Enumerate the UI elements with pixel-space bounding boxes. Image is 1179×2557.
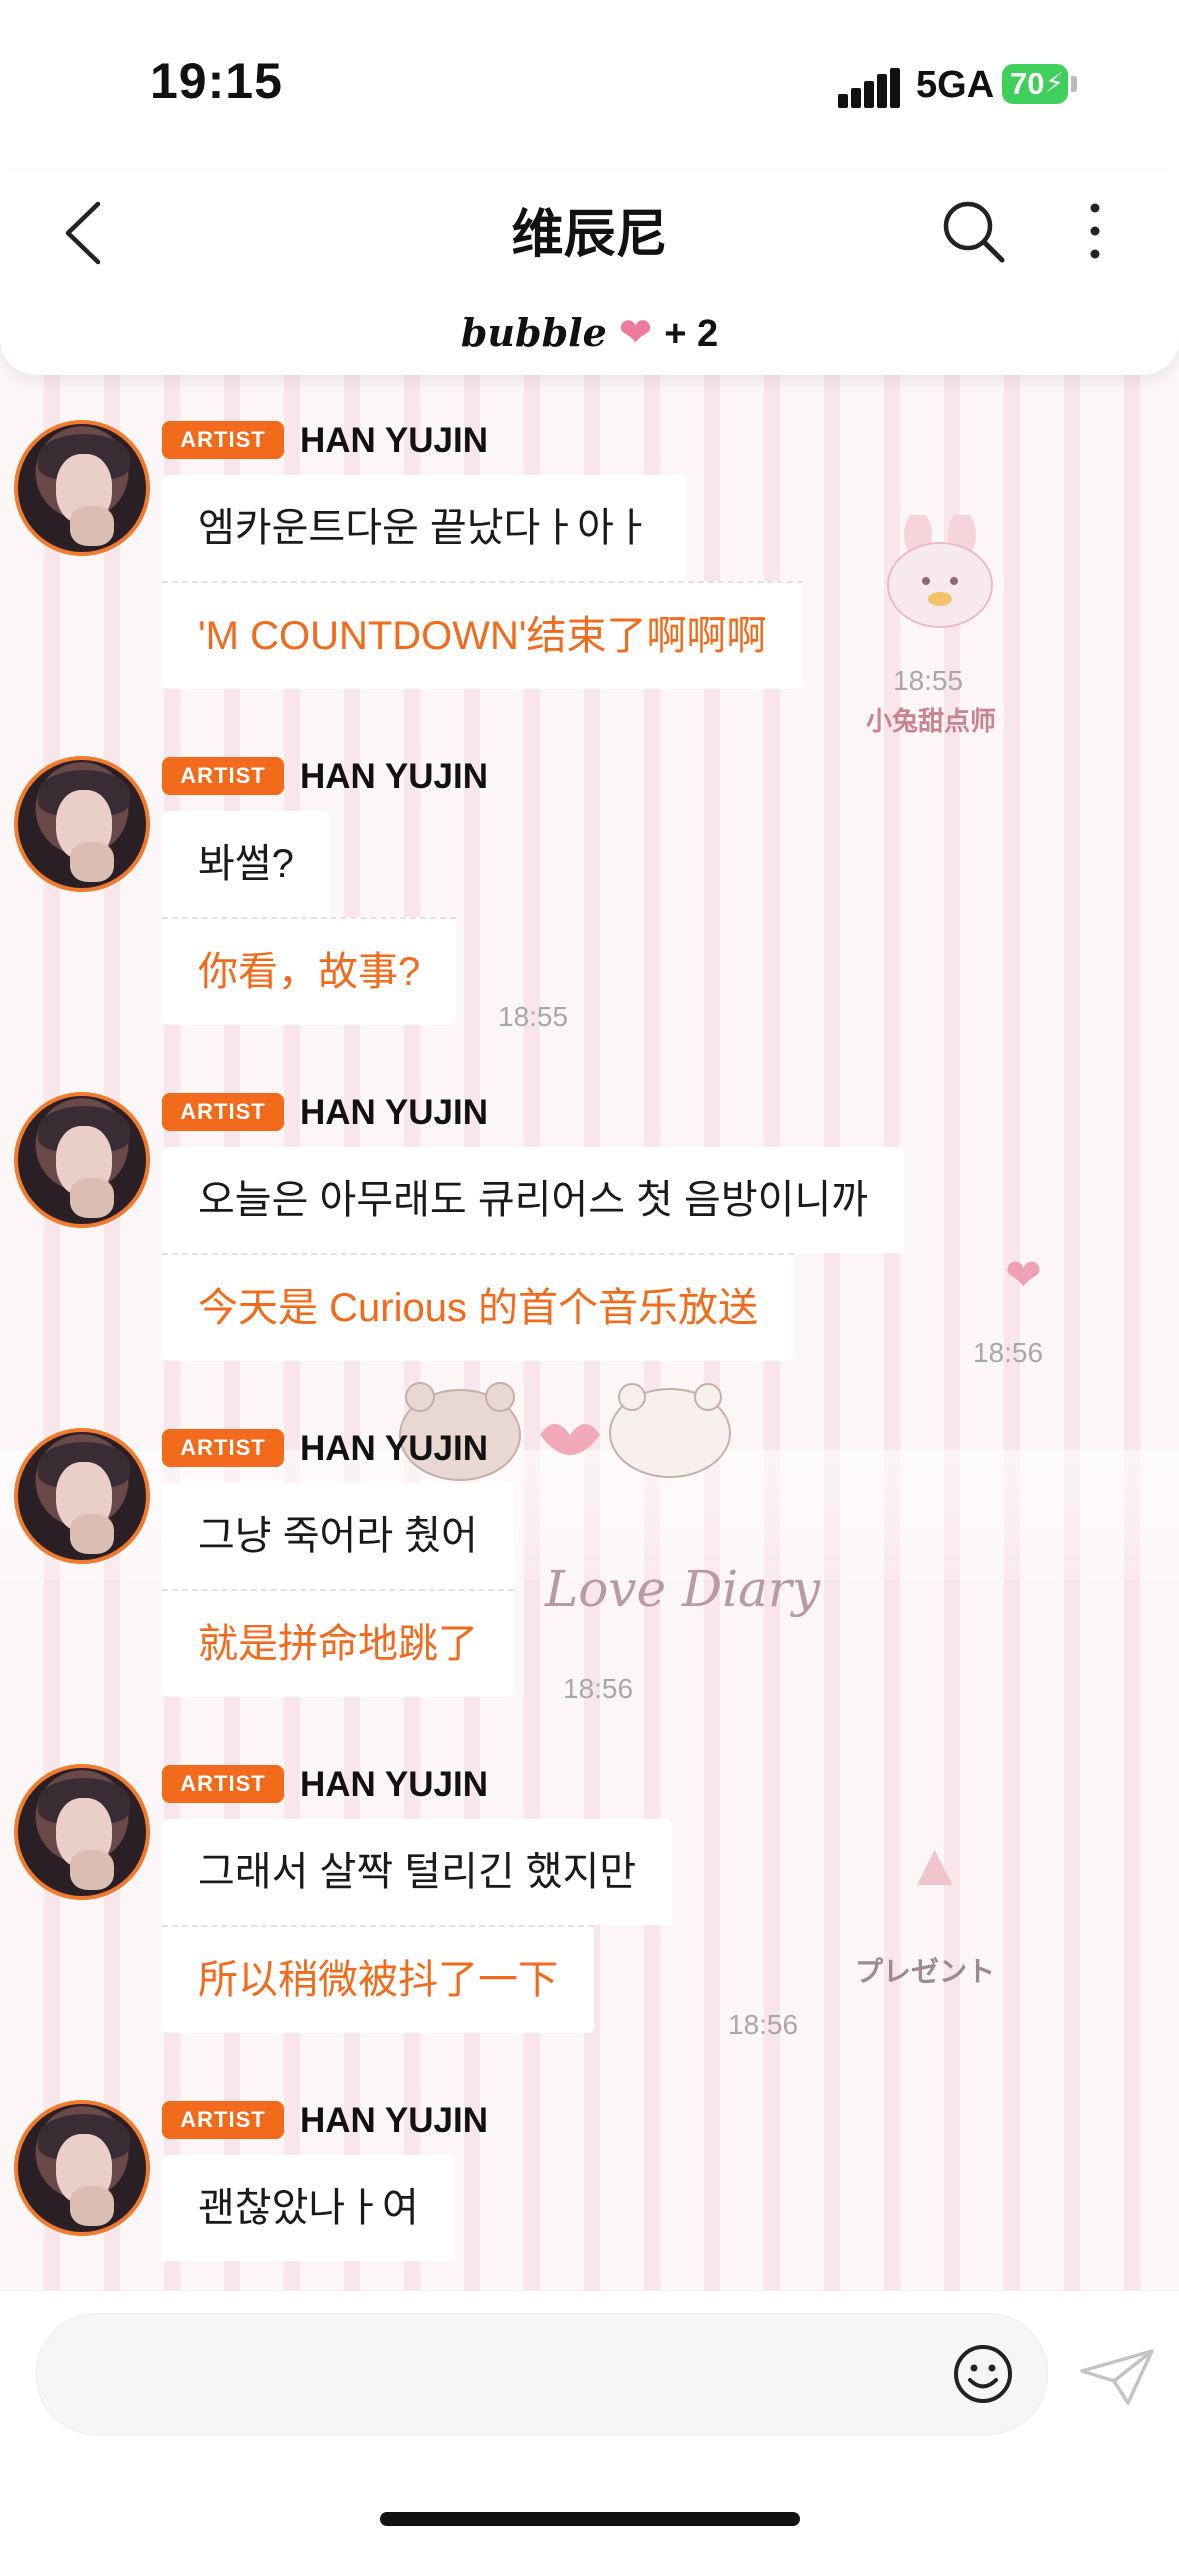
battery-indicator: 70 ⚡ xyxy=(1002,64,1068,104)
avatar[interactable] xyxy=(14,1764,150,1900)
message-time: 18:55 xyxy=(498,1001,569,1032)
avatar[interactable] xyxy=(14,420,150,556)
message-bubble-chinese[interactable]: 'M COUNTDOWN'结束了啊啊啊 xyxy=(162,581,803,689)
message-time: 18:56 xyxy=(728,2009,799,2040)
battery-tip xyxy=(1071,76,1077,92)
santa-hat-sticker-icon: ▲ xyxy=(905,1831,965,1898)
home-indicator[interactable] xyxy=(380,2512,800,2526)
message-time: 18:56 xyxy=(563,1673,634,1704)
message-input[interactable] xyxy=(36,2313,1048,2435)
message-time: 18:56 xyxy=(973,1337,1044,1368)
message-bubble-chinese[interactable]: 今天是 Curious 的首个音乐放送 xyxy=(162,1253,795,1361)
artist-badge: ARTIST xyxy=(162,1093,284,1131)
sender-name: HAN YUJIN xyxy=(300,1429,489,1468)
sticker-caption: Love Diary xyxy=(545,1560,821,1618)
bubble-label: bubble xyxy=(460,310,607,355)
artist-badge: ARTIST xyxy=(162,1765,284,1803)
message-bubble-korean[interactable]: 괜찮았나ㅏ여 xyxy=(162,2155,455,2261)
status-bar: 19:15 5GA 70 ⚡ xyxy=(0,0,1179,170)
avatar[interactable] xyxy=(14,1428,150,1564)
artist-badge: ARTIST xyxy=(162,2101,284,2139)
message-bubble-korean[interactable]: 봐썰? xyxy=(162,811,330,917)
message-bubble-korean[interactable]: 그냥 죽어라 췄어 xyxy=(162,1483,514,1589)
signal-icon xyxy=(838,68,900,108)
chat-header: 维辰尼 bubble ❤ + 2 xyxy=(0,170,1179,375)
network-type: 5GA xyxy=(916,64,995,106)
message-bubble-korean[interactable]: 그래서 살짝 털리긴 했지만 xyxy=(162,1819,673,1925)
artist-badge: ARTIST xyxy=(162,421,284,459)
sticker-caption: プレゼント xyxy=(855,1956,996,1987)
sender-name: HAN YUJIN xyxy=(300,1765,489,1804)
more-vertical-icon[interactable] xyxy=(1080,200,1110,262)
message-bubble-korean[interactable]: 엠카운트다운 끝났다ㅏ아ㅏ xyxy=(162,475,687,581)
sender-name: HAN YUJIN xyxy=(300,2101,489,2140)
message-bubble-chinese[interactable]: 你看，故事? xyxy=(162,917,457,1025)
sender-name: HAN YUJIN xyxy=(300,421,489,460)
heart-icon: ❤ xyxy=(618,311,653,355)
subscription-info[interactable]: bubble ❤ + 2 xyxy=(0,310,1179,356)
charging-icon: ⚡ xyxy=(1045,68,1064,98)
sender-name: HAN YUJIN xyxy=(300,1093,489,1132)
avatar[interactable] xyxy=(14,756,150,892)
artist-badge: ARTIST xyxy=(162,757,284,795)
subscription-count: + 2 xyxy=(664,313,719,355)
message-bubble-chinese[interactable]: 就是拼命地跳了 xyxy=(162,1589,514,1697)
status-time: 19:15 xyxy=(150,53,283,109)
heart-sticker-icon: ❤ xyxy=(1005,1251,1042,1300)
emoji-icon[interactable] xyxy=(952,2343,1014,2405)
send-icon[interactable] xyxy=(1078,2347,1156,2407)
message-bubble-korean[interactable]: 오늘은 아무래도 큐리어스 첫 음방이니까 xyxy=(162,1147,905,1253)
sender-name: HAN YUJIN xyxy=(300,757,489,796)
battery-level: 70 xyxy=(1010,66,1045,101)
artist-badge: ARTIST xyxy=(162,1429,284,1467)
search-icon[interactable] xyxy=(940,198,1006,264)
message-bubble-chinese[interactable]: 所以稍微被抖了一下 xyxy=(162,1925,594,2033)
message-time: 18:55 xyxy=(893,665,964,696)
sticker-caption: 小兔甜点师 xyxy=(866,706,997,736)
avatar[interactable] xyxy=(14,2100,150,2236)
chat-area[interactable]: 小兔甜点师 ❤ Love Diary ▲ プレゼント ARTIST HAN YU… xyxy=(0,375,1179,2290)
avatar[interactable] xyxy=(14,1092,150,1228)
bunny-sticker-icon xyxy=(887,515,993,628)
